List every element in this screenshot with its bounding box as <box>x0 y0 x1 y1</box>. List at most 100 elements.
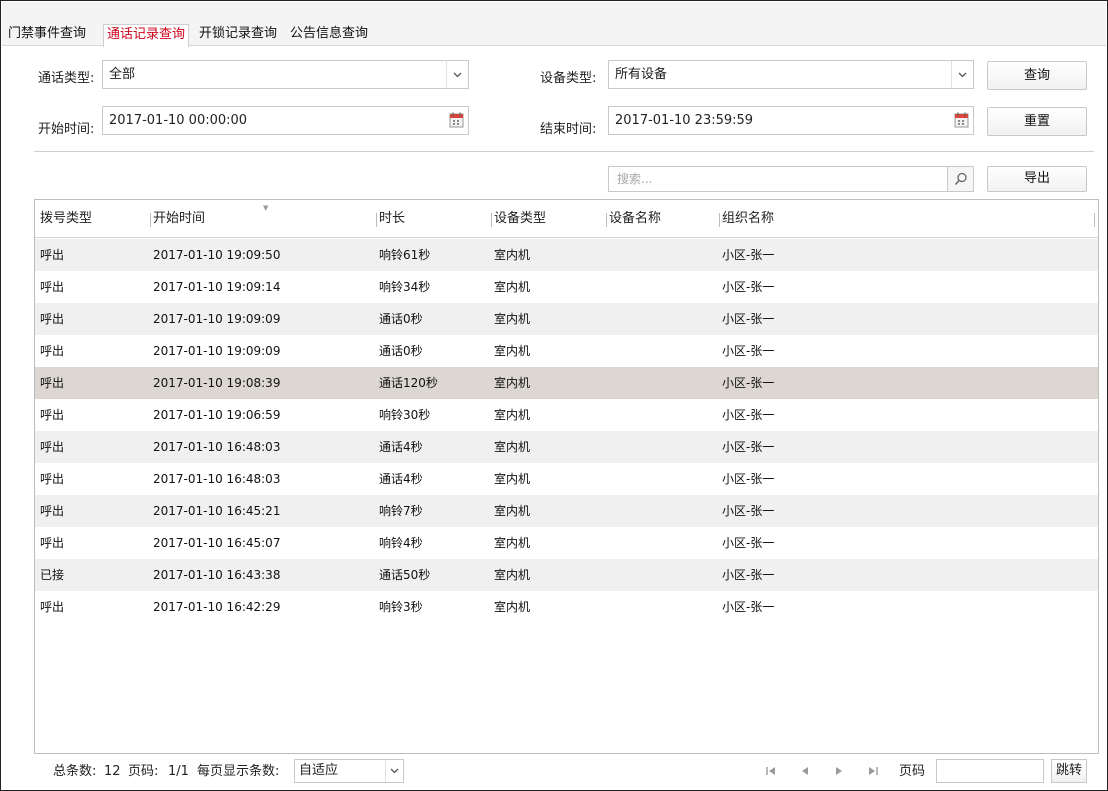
cell-duration: 通话0秒 <box>379 344 423 358</box>
cell-dial-type: 呼出 <box>40 408 65 422</box>
cell-dial-type: 已接 <box>40 568 65 582</box>
cell-start-time: 2017-01-10 16:45:21 <box>153 504 281 518</box>
column-divider[interactable] <box>150 213 151 227</box>
calendar-icon[interactable] <box>953 111 971 129</box>
page-number-input[interactable] <box>936 759 1044 783</box>
table-header: 拨号类型 开始时间 ▼ 时长 设备类型 设备名称 组织名称 <box>35 200 1098 238</box>
cell-duration: 通话120秒 <box>379 376 438 390</box>
table-row[interactable]: 呼出 2017-01-10 16:45:21 响铃7秒 室内机 小区-张一 <box>35 495 1098 527</box>
tab-unlock-records[interactable]: 开锁记录查询 <box>199 24 277 46</box>
tab-notice-info[interactable]: 公告信息查询 <box>290 24 368 46</box>
table-row[interactable]: 呼出 2017-01-10 16:45:07 响铃4秒 室内机 小区-张一 <box>35 527 1098 559</box>
column-divider[interactable] <box>606 213 607 227</box>
start-time-field[interactable]: 2017-01-10 00:00:00 <box>102 106 469 135</box>
filter-divider <box>34 151 1094 152</box>
chevron-down-icon[interactable] <box>385 760 403 782</box>
page-number-label: 页码 <box>899 764 926 779</box>
table-row[interactable]: 呼出 2017-01-10 19:09:50 响铃61秒 室内机 小区-张一 <box>35 239 1098 271</box>
cell-dial-type: 呼出 <box>40 504 65 518</box>
last-page-icon[interactable] <box>865 761 881 781</box>
start-time-label: 开始时间: <box>38 122 95 137</box>
call-type-select[interactable]: 全部 <box>102 60 469 89</box>
cell-org-name: 小区-张一 <box>722 440 775 454</box>
end-time-label: 结束时间: <box>540 122 597 137</box>
cell-duration: 通话0秒 <box>379 312 423 326</box>
cell-device-type: 室内机 <box>494 408 531 422</box>
cell-org-name: 小区-张一 <box>722 536 775 550</box>
table-row[interactable]: 呼出 2017-01-10 16:42:29 响铃3秒 室内机 小区-张一 <box>35 591 1098 623</box>
table-row[interactable]: 呼出 2017-01-10 16:48:03 通话4秒 室内机 小区-张一 <box>35 431 1098 463</box>
column-header-start-time[interactable]: 开始时间 <box>153 200 205 238</box>
device-type-select[interactable]: 所有设备 <box>608 60 974 89</box>
cell-org-name: 小区-张一 <box>722 568 775 582</box>
next-page-icon[interactable] <box>831 761 847 781</box>
call-type-value: 全部 <box>109 67 136 82</box>
table-row[interactable]: 呼出 2017-01-10 19:06:59 响铃30秒 室内机 小区-张一 <box>35 399 1098 431</box>
cell-device-type: 室内机 <box>494 472 531 486</box>
cell-org-name: 小区-张一 <box>722 248 775 262</box>
column-header-device-type[interactable]: 设备类型 <box>494 200 546 238</box>
table-row[interactable]: 呼出 2017-01-10 19:09:14 响铃34秒 室内机 小区-张一 <box>35 271 1098 303</box>
cell-org-name: 小区-张一 <box>722 600 775 614</box>
table-row[interactable]: 呼出 2017-01-10 19:09:09 通话0秒 室内机 小区-张一 <box>35 303 1098 335</box>
page-label: 页码: <box>128 764 159 779</box>
previous-page-icon[interactable] <box>797 761 813 781</box>
per-page-value: 自适应 <box>299 763 339 778</box>
cell-start-time: 2017-01-10 16:42:29 <box>153 600 281 614</box>
cell-device-type: 室内机 <box>494 280 531 294</box>
search-placeholder: 搜索... <box>617 172 653 186</box>
column-divider[interactable] <box>491 213 492 227</box>
jump-button[interactable]: 跳转 <box>1051 759 1087 783</box>
cell-dial-type: 呼出 <box>40 536 65 550</box>
export-button[interactable]: 导出 <box>987 166 1087 192</box>
cell-start-time: 2017-01-10 19:08:39 <box>153 376 281 390</box>
chevron-down-icon[interactable] <box>951 61 973 88</box>
table-row[interactable]: 呼出 2017-01-10 19:09:09 通话0秒 室内机 小区-张一 <box>35 335 1098 367</box>
column-header-duration[interactable]: 时长 <box>379 200 405 238</box>
column-divider[interactable] <box>719 213 720 227</box>
tab-call-records[interactable]: 通话记录查询 <box>103 24 190 47</box>
sort-indicator-icon: ▼ <box>263 204 269 212</box>
window-frame: 门禁事件查询 通话记录查询 开锁记录查询 公告信息查询 通话类型: 全部 设备类… <box>0 0 1108 791</box>
column-header-org-name[interactable]: 组织名称 <box>722 200 774 238</box>
cell-device-type: 室内机 <box>494 568 531 582</box>
first-page-icon[interactable] <box>763 761 779 781</box>
start-time-value: 2017-01-10 00:00:00 <box>109 113 248 128</box>
table-row[interactable]: 呼出 2017-01-10 16:48:03 通话4秒 室内机 小区-张一 <box>35 463 1098 495</box>
cell-org-name: 小区-张一 <box>722 280 775 294</box>
column-divider[interactable] <box>376 213 377 227</box>
column-header-device-name[interactable]: 设备名称 <box>609 200 661 238</box>
search-input[interactable]: 搜索... <box>608 166 974 192</box>
cell-dial-type: 呼出 <box>40 280 65 294</box>
cell-start-time: 2017-01-10 19:09:09 <box>153 344 281 358</box>
cell-device-type: 室内机 <box>494 248 531 262</box>
cell-start-time: 2017-01-10 16:43:38 <box>153 568 281 582</box>
cell-start-time: 2017-01-10 16:48:03 <box>153 440 281 454</box>
calendar-icon[interactable] <box>448 111 466 129</box>
cell-duration: 通话4秒 <box>379 472 423 486</box>
cell-org-name: 小区-张一 <box>722 408 775 422</box>
per-page-select[interactable]: 自适应 <box>294 759 404 783</box>
query-button[interactable]: 查询 <box>987 61 1087 90</box>
cell-start-time: 2017-01-10 19:09:50 <box>153 248 281 262</box>
device-type-value: 所有设备 <box>615 67 668 82</box>
table-row[interactable]: 呼出 2017-01-10 19:08:39 通话120秒 室内机 小区-张一 <box>35 367 1098 399</box>
reset-button[interactable]: 重置 <box>987 107 1087 136</box>
cell-device-type: 室内机 <box>494 504 531 518</box>
cell-start-time: 2017-01-10 19:09:14 <box>153 280 281 294</box>
device-type-label: 设备类型: <box>540 71 597 86</box>
call-records-table: 拨号类型 开始时间 ▼ 时长 设备类型 设备名称 组织名称 呼出 2017-01-… <box>34 199 1099 754</box>
column-divider[interactable] <box>1094 213 1095 227</box>
cell-start-time: 2017-01-10 16:45:07 <box>153 536 281 550</box>
search-icon[interactable] <box>947 167 973 191</box>
chevron-down-icon[interactable] <box>446 61 468 88</box>
cell-dial-type: 呼出 <box>40 440 65 454</box>
cell-device-type: 室内机 <box>494 600 531 614</box>
end-time-field[interactable]: 2017-01-10 23:59:59 <box>608 106 974 135</box>
cell-start-time: 2017-01-10 19:06:59 <box>153 408 281 422</box>
column-header-dial-type[interactable]: 拨号类型 <box>40 200 92 238</box>
cell-org-name: 小区-张一 <box>722 472 775 486</box>
cell-dial-type: 呼出 <box>40 600 65 614</box>
tab-access-events[interactable]: 门禁事件查询 <box>8 24 86 46</box>
table-row[interactable]: 已接 2017-01-10 16:43:38 通话50秒 室内机 小区-张一 <box>35 559 1098 591</box>
